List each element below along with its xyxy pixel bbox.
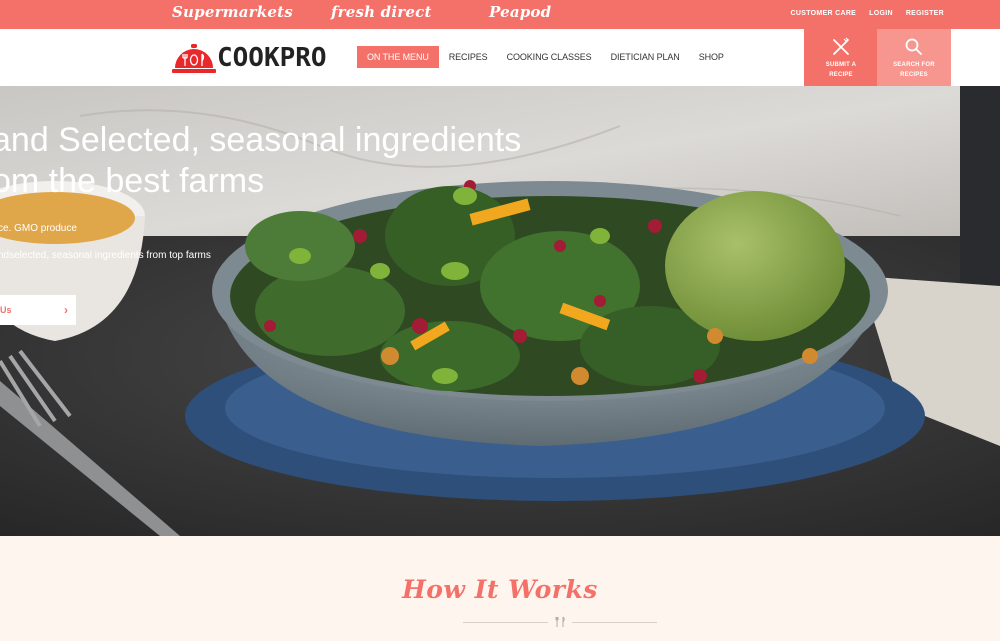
hero-cta-button[interactable]: Us › [0,295,76,325]
search-recipes-button[interactable]: SEARCH FOR RECIPES [877,29,951,86]
hero-cta-label: Us [0,305,12,315]
nav-recipes[interactable]: RECIPES [449,52,488,62]
partner-bar: Supermarkets fresh direct Peapod CUSTOME… [0,0,1000,29]
nav-shop[interactable]: SHOP [699,52,724,62]
hero-bullet-1: ce. GMO produce [0,223,77,234]
hero-banner: and Selected, seasonal ingredients om th… [0,86,1000,536]
hero-title: and Selected, seasonal ingredients om th… [0,120,552,202]
cloche-logo-icon [171,40,217,76]
brand-logo[interactable]: COOKPRO [171,40,327,76]
partner-supermarkets[interactable]: Supermarkets [172,3,293,21]
search-recipes-label-1: SEARCH FOR [893,62,935,68]
partner-peapod[interactable]: Peapod [489,3,551,21]
chevron-right-icon: › [64,303,68,317]
hero-title-line-1: and Selected, seasonal ingredients [0,121,522,159]
how-it-works-section: How It Works [0,536,1000,641]
partner-fresh-direct[interactable]: fresh direct [331,3,432,21]
submit-recipe-label-2: RECIPE [829,72,853,78]
site-header: COOKPRO ON THE MENU RECIPES COOKING CLAS… [0,29,1000,86]
register-link[interactable]: REGISTER [906,10,944,17]
brand-name: COOKPRO [217,43,327,73]
customer-care-link[interactable]: CUSTOMER CARE [791,10,857,17]
submit-recipe-label-1: SUBMIT A [825,62,857,68]
main-nav: ON THE MENU RECIPES COOKING CLASSES DIET… [357,46,743,68]
nav-cooking-classes[interactable]: COOKING CLASSES [507,52,592,62]
hero-bullet-2: ndselected, seasonal ingredients from to… [0,250,211,261]
how-it-works-title: How It Works [402,575,598,604]
login-link[interactable]: LOGIN [869,10,893,17]
divider-left [463,622,548,623]
nav-dietician-plan[interactable]: DIETICIAN PLAN [611,52,680,62]
submit-recipe-button[interactable]: SUBMIT A RECIPE [804,29,878,86]
divider-right [572,622,657,623]
top-links: CUSTOMER CARE LOGIN REGISTER [791,10,944,17]
search-icon [877,37,951,57]
hero-title-line-2: om the best farms [0,162,265,200]
search-recipes-label-2: RECIPES [900,72,928,78]
utensils-icon [555,616,565,627]
utensils-cross-icon [804,37,878,57]
nav-on-the-menu[interactable]: ON THE MENU [357,46,439,68]
